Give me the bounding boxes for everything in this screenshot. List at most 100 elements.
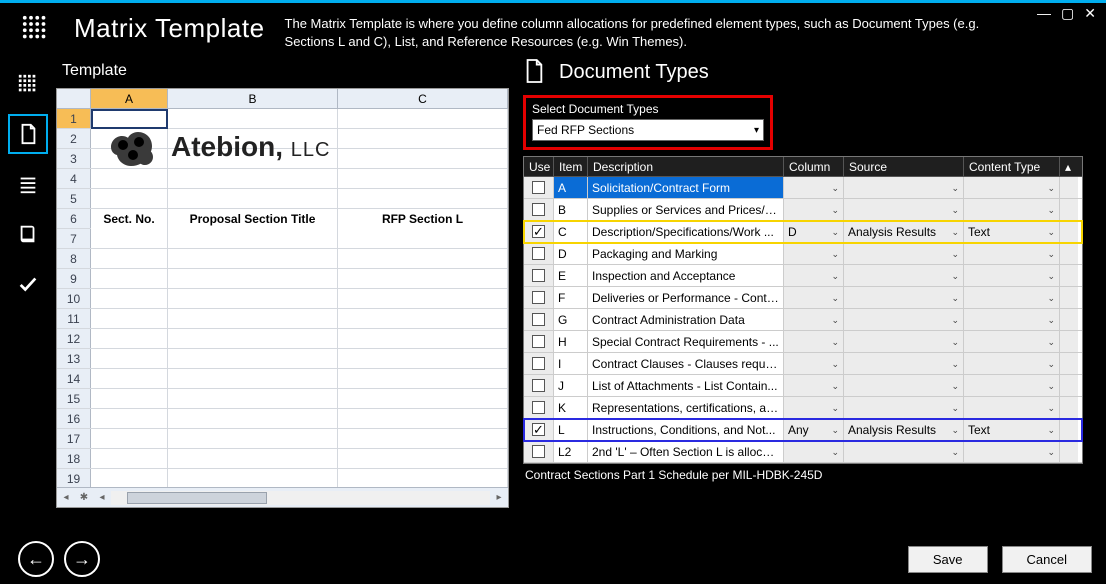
use-checkbox-cell[interactable] — [524, 441, 554, 462]
cell[interactable] — [168, 229, 338, 249]
spreadsheet-row[interactable]: 14 — [57, 369, 508, 389]
spreadsheet-row[interactable]: 1 — [57, 109, 508, 129]
src-dropdown[interactable]: ⌄ — [844, 177, 964, 198]
cell[interactable] — [168, 429, 338, 449]
grid-row[interactable]: GContract Administration Data⌄⌄⌄ — [524, 309, 1082, 331]
checkbox[interactable] — [532, 269, 545, 282]
col-dropdown[interactable]: ⌄ — [784, 265, 844, 286]
cell[interactable] — [338, 249, 508, 269]
use-checkbox-cell[interactable] — [524, 199, 554, 220]
ct-dropdown[interactable]: ⌄ — [964, 397, 1060, 418]
col-dropdown[interactable]: ⌄ — [784, 177, 844, 198]
cell[interactable] — [168, 149, 338, 169]
cell[interactable] — [168, 469, 338, 487]
spreadsheet-row[interactable]: 16 — [57, 409, 508, 429]
cell[interactable] — [338, 129, 508, 149]
ct-dropdown[interactable]: ⌄ — [964, 199, 1060, 220]
row-header[interactable]: 9 — [57, 269, 91, 288]
spreadsheet-row[interactable]: 15 — [57, 389, 508, 409]
cell[interactable] — [338, 329, 508, 349]
cell[interactable] — [168, 449, 338, 469]
cell[interactable] — [168, 329, 338, 349]
grid-row[interactable]: ASolicitation/Contract Form⌄⌄⌄ — [524, 177, 1082, 199]
grid-scroll-cell[interactable] — [1060, 397, 1078, 418]
col-dropdown[interactable]: ⌄ — [784, 243, 844, 264]
src-dropdown[interactable]: ⌄ — [844, 287, 964, 308]
spreadsheet-row[interactable]: 12 — [57, 329, 508, 349]
grid-scroll-cell[interactable] — [1060, 265, 1078, 286]
grid-header-item[interactable]: Item — [554, 157, 588, 176]
grid-scroll-cell[interactable] — [1060, 177, 1078, 198]
src-dropdown[interactable]: ⌄ — [844, 243, 964, 264]
cell[interactable] — [338, 349, 508, 369]
back-button[interactable]: ← — [18, 541, 54, 577]
grid-header-content-type[interactable]: Content Type — [964, 157, 1060, 176]
grid-scroll-cell[interactable] — [1060, 331, 1078, 352]
scroll-left2-icon[interactable]: ◂ — [93, 492, 111, 503]
save-button[interactable]: Save — [908, 546, 988, 573]
cell[interactable] — [91, 309, 168, 329]
row-header[interactable]: 14 — [57, 369, 91, 388]
row-header[interactable]: 16 — [57, 409, 91, 428]
use-checkbox-cell[interactable] — [524, 243, 554, 264]
ct-dropdown[interactable]: Text⌄ — [964, 419, 1060, 440]
spreadsheet-row[interactable]: 13 — [57, 349, 508, 369]
col-dropdown[interactable]: Any⌄ — [784, 419, 844, 440]
spreadsheet-row[interactable]: 4 — [57, 169, 508, 189]
row-header[interactable]: 19 — [57, 469, 91, 487]
sidebar-item-list[interactable] — [8, 164, 48, 204]
spreadsheet-corner[interactable] — [57, 89, 91, 108]
cell[interactable] — [168, 309, 338, 329]
row-header[interactable]: 5 — [57, 189, 91, 208]
grid-row[interactable]: LInstructions, Conditions, and Not...Any… — [524, 419, 1082, 441]
row-header[interactable]: 11 — [57, 309, 91, 328]
spreadsheet-row[interactable]: 6Sect. No.Proposal Section TitleRFP Sect… — [57, 209, 508, 229]
sidebar-item-matrix[interactable] — [8, 64, 48, 104]
scroll-star-icon[interactable]: ✱ — [75, 492, 93, 503]
spreadsheet-row[interactable]: 9 — [57, 269, 508, 289]
use-checkbox-cell[interactable] — [524, 309, 554, 330]
cell[interactable] — [91, 289, 168, 309]
cell[interactable] — [338, 169, 508, 189]
src-dropdown[interactable]: ⌄ — [844, 375, 964, 396]
grid-row[interactable]: HSpecial Contract Requirements - ...⌄⌄⌄ — [524, 331, 1082, 353]
ct-dropdown[interactable]: Text⌄ — [964, 221, 1060, 242]
cell[interactable] — [168, 369, 338, 389]
cell[interactable]: Sect. No. — [91, 209, 168, 229]
col-dropdown[interactable]: ⌄ — [784, 287, 844, 308]
spreadsheet-row[interactable]: 3 — [57, 149, 508, 169]
col-dropdown[interactable]: ⌄ — [784, 331, 844, 352]
spreadsheet-row[interactable]: 19 — [57, 469, 508, 487]
cell[interactable] — [91, 409, 168, 429]
checkbox[interactable] — [532, 445, 545, 458]
cell[interactable] — [338, 429, 508, 449]
checkbox[interactable] — [532, 247, 545, 260]
grid-scroll-cell[interactable] — [1060, 199, 1078, 220]
cell[interactable] — [91, 469, 168, 487]
row-header[interactable]: 6 — [57, 209, 91, 228]
col-dropdown[interactable]: D⌄ — [784, 221, 844, 242]
row-header[interactable]: 7 — [57, 229, 91, 248]
grid-scroll-cell[interactable] — [1060, 221, 1078, 242]
row-header[interactable]: 1 — [57, 109, 91, 128]
checkbox[interactable] — [532, 225, 545, 238]
src-dropdown[interactable]: ⌄ — [844, 309, 964, 330]
ct-dropdown[interactable]: ⌄ — [964, 309, 1060, 330]
cell[interactable] — [338, 409, 508, 429]
ct-dropdown[interactable]: ⌄ — [964, 265, 1060, 286]
grid-scroll-cell[interactable] — [1060, 243, 1078, 264]
cell[interactable]: RFP Section L — [338, 209, 508, 229]
row-header[interactable]: 12 — [57, 329, 91, 348]
col-dropdown[interactable]: ⌄ — [784, 353, 844, 374]
cell[interactable] — [168, 109, 338, 129]
spreadsheet-row[interactable]: 10 — [57, 289, 508, 309]
spreadsheet-row[interactable]: 11 — [57, 309, 508, 329]
grid-scroll-cell[interactable] — [1060, 419, 1078, 440]
checkbox[interactable] — [532, 203, 545, 216]
ct-dropdown[interactable]: ⌄ — [964, 177, 1060, 198]
row-header[interactable]: 8 — [57, 249, 91, 268]
row-header[interactable]: 13 — [57, 349, 91, 368]
checkbox[interactable] — [532, 181, 545, 194]
grid-row[interactable]: L22nd 'L' – Often Section L is allocat..… — [524, 441, 1082, 463]
src-dropdown[interactable]: ⌄ — [844, 397, 964, 418]
